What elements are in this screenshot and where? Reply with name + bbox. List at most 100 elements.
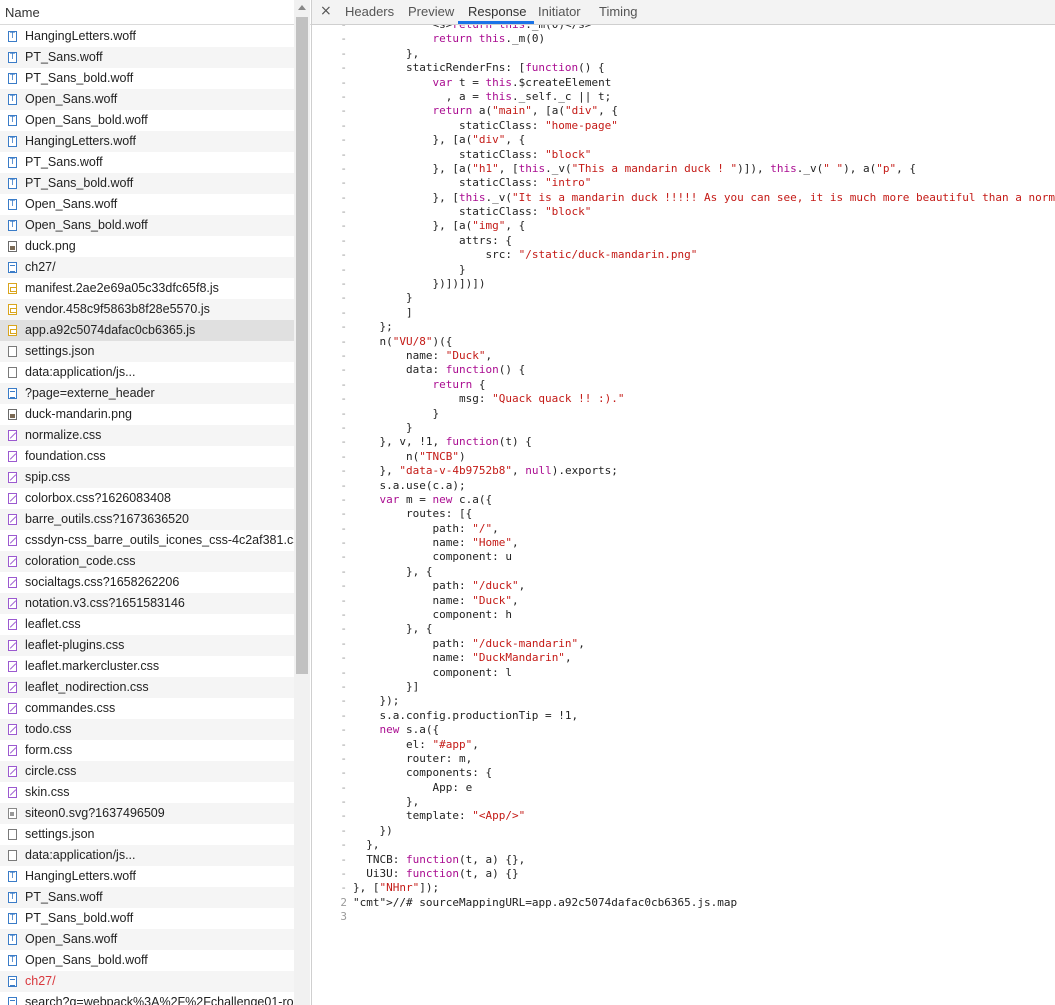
request-name: search?q=webpack%3A%2F%2Fchallenge01-roo… bbox=[25, 995, 294, 1005]
request-row[interactable]: cssdyn-css_barre_outils_icones_css-4c2af… bbox=[0, 530, 294, 551]
code-line: - s.a.config.productionTip = !1, bbox=[312, 709, 1055, 723]
gutter-marker: - bbox=[340, 464, 347, 478]
request-row[interactable]: leaflet-plugins.css bbox=[0, 635, 294, 656]
code-line: - }, [a("h1", [this._v("This a mandarin … bbox=[312, 162, 1055, 176]
data-file-icon bbox=[8, 346, 17, 357]
request-row[interactable]: ch27/ bbox=[0, 971, 294, 992]
tab-response[interactable]: Response bbox=[468, 4, 527, 19]
gutter-marker: - bbox=[340, 579, 347, 593]
request-row[interactable]: search?q=webpack%3A%2F%2Fchallenge01-roo… bbox=[0, 992, 294, 1005]
request-row[interactable]: todo.css bbox=[0, 719, 294, 740]
code-text: App: e bbox=[353, 780, 473, 794]
request-row[interactable]: foundation.css bbox=[0, 446, 294, 467]
font-file-icon bbox=[8, 31, 17, 42]
request-row[interactable]: HangingLetters.woff bbox=[0, 131, 294, 152]
gutter-marker: - bbox=[340, 377, 347, 391]
request-row[interactable]: manifest.2ae2e69a05c33dfc65f8.js bbox=[0, 278, 294, 299]
request-row[interactable]: spip.css bbox=[0, 467, 294, 488]
request-row[interactable]: barre_outils.css?1673636520 bbox=[0, 509, 294, 530]
request-row[interactable]: Open_Sans.woff bbox=[0, 929, 294, 950]
request-row[interactable]: ch27/ bbox=[0, 257, 294, 278]
request-row[interactable]: HangingLetters.woff bbox=[0, 26, 294, 47]
request-row[interactable]: Open_Sans_bold.woff bbox=[0, 950, 294, 971]
gutter-marker: - bbox=[340, 651, 347, 665]
code-line: - new s.a({ bbox=[312, 723, 1055, 737]
gutter-marker: - bbox=[340, 133, 347, 147]
code-text: path: "/duck-mandarin", bbox=[353, 636, 585, 650]
font-file-icon bbox=[8, 94, 17, 105]
request-row[interactable]: commandes.css bbox=[0, 698, 294, 719]
request-name: app.a92c5074dafac0cb6365.js bbox=[25, 323, 196, 337]
request-row[interactable]: socialtags.css?1658262206 bbox=[0, 572, 294, 593]
tab-timing[interactable]: Timing bbox=[599, 4, 638, 19]
code-text: component: l bbox=[353, 665, 512, 679]
gutter-marker: - bbox=[340, 420, 347, 434]
css-file-icon bbox=[8, 514, 17, 525]
request-row[interactable]: PT_Sans.woff bbox=[0, 47, 294, 68]
code-line: - }, [a("img", { bbox=[312, 219, 1055, 233]
request-row[interactable]: coloration_code.css bbox=[0, 551, 294, 572]
code-text: attrs: { bbox=[353, 233, 512, 247]
request-name: data:application/js... bbox=[25, 848, 136, 862]
request-row[interactable]: Open_Sans_bold.woff bbox=[0, 110, 294, 131]
request-row[interactable]: PT_Sans_bold.woff bbox=[0, 68, 294, 89]
request-row[interactable]: settings.json bbox=[0, 824, 294, 845]
code-line: - data: function() { bbox=[312, 363, 1055, 377]
font-file-icon bbox=[8, 157, 17, 168]
request-row[interactable]: normalize.css bbox=[0, 425, 294, 446]
css-file-icon bbox=[8, 703, 17, 714]
request-row[interactable]: leaflet_nodirection.css bbox=[0, 677, 294, 698]
request-row[interactable]: Open_Sans_bold.woff bbox=[0, 215, 294, 236]
request-row[interactable]: form.css bbox=[0, 740, 294, 761]
gutter-marker: - bbox=[340, 608, 347, 622]
gutter-marker: - bbox=[340, 708, 347, 722]
request-row[interactable]: PT_Sans.woff bbox=[0, 152, 294, 173]
request-row[interactable]: vendor.458c9f5863b8f28e5570.js bbox=[0, 299, 294, 320]
scroll-up-arrow-icon[interactable] bbox=[298, 5, 306, 10]
css-file-icon bbox=[8, 661, 17, 672]
request-row[interactable]: PT_Sans_bold.woff bbox=[0, 173, 294, 194]
request-row[interactable]: data:application/js... bbox=[0, 362, 294, 383]
request-name: socialtags.css?1658262206 bbox=[25, 575, 180, 589]
tab-preview[interactable]: Preview bbox=[408, 4, 454, 19]
code-line: - }, "data-v-4b9752b8", null).exports; bbox=[312, 464, 1055, 478]
request-row[interactable]: leaflet.markercluster.css bbox=[0, 656, 294, 677]
request-row[interactable]: leaflet.css bbox=[0, 614, 294, 635]
request-row[interactable]: siteon0.svg?1637496509 bbox=[0, 803, 294, 824]
tab-headers[interactable]: Headers bbox=[345, 4, 394, 19]
request-row[interactable]: data:application/js... bbox=[0, 845, 294, 866]
request-row[interactable]: PT_Sans_bold.woff bbox=[0, 908, 294, 929]
data-file-icon bbox=[8, 850, 17, 861]
name-column-label: Name bbox=[5, 5, 40, 20]
request-row[interactable]: colorbox.css?1626083408 bbox=[0, 488, 294, 509]
doc-file-icon bbox=[8, 262, 17, 273]
request-row[interactable]: ?page=externe_header bbox=[0, 383, 294, 404]
code-text: , a = this._self._c || t; bbox=[353, 89, 612, 103]
request-row[interactable]: skin.css bbox=[0, 782, 294, 803]
code-line: -}, ["NHnr"]); bbox=[312, 881, 1055, 895]
request-row[interactable]: HangingLetters.woff bbox=[0, 866, 294, 887]
request-name: leaflet_nodirection.css bbox=[25, 680, 149, 694]
request-row[interactable]: Open_Sans.woff bbox=[0, 194, 294, 215]
request-row[interactable]: duck.png bbox=[0, 236, 294, 257]
request-list-scrollbar[interactable] bbox=[294, 0, 310, 1005]
code-text: src: "/static/duck-mandarin.png" bbox=[353, 248, 698, 262]
close-icon[interactable]: × bbox=[320, 3, 332, 19]
request-row[interactable]: notation.v3.css?1651583146 bbox=[0, 593, 294, 614]
tab-initiator[interactable]: Initiator bbox=[538, 4, 581, 19]
code-line: - }] bbox=[312, 680, 1055, 694]
request-row[interactable]: circle.css bbox=[0, 761, 294, 782]
scrollbar-thumb[interactable] bbox=[296, 17, 308, 674]
request-row[interactable]: settings.json bbox=[0, 341, 294, 362]
font-file-icon bbox=[8, 913, 17, 924]
request-name: PT_Sans.woff bbox=[25, 890, 103, 904]
gutter-marker: - bbox=[340, 679, 347, 693]
request-row[interactable]: PT_Sans.woff bbox=[0, 887, 294, 908]
code-line: - var m = new c.a({ bbox=[312, 493, 1055, 507]
request-row[interactable]: Open_Sans.woff bbox=[0, 89, 294, 110]
name-column-header[interactable]: Name bbox=[0, 0, 311, 25]
response-code-view[interactable]: - <s>return this._m(0)</s>- return this.… bbox=[312, 18, 1055, 1005]
request-row[interactable]: duck-mandarin.png bbox=[0, 404, 294, 425]
gutter-marker: - bbox=[340, 593, 347, 607]
request-row[interactable]: app.a92c5074dafac0cb6365.js bbox=[0, 320, 294, 341]
